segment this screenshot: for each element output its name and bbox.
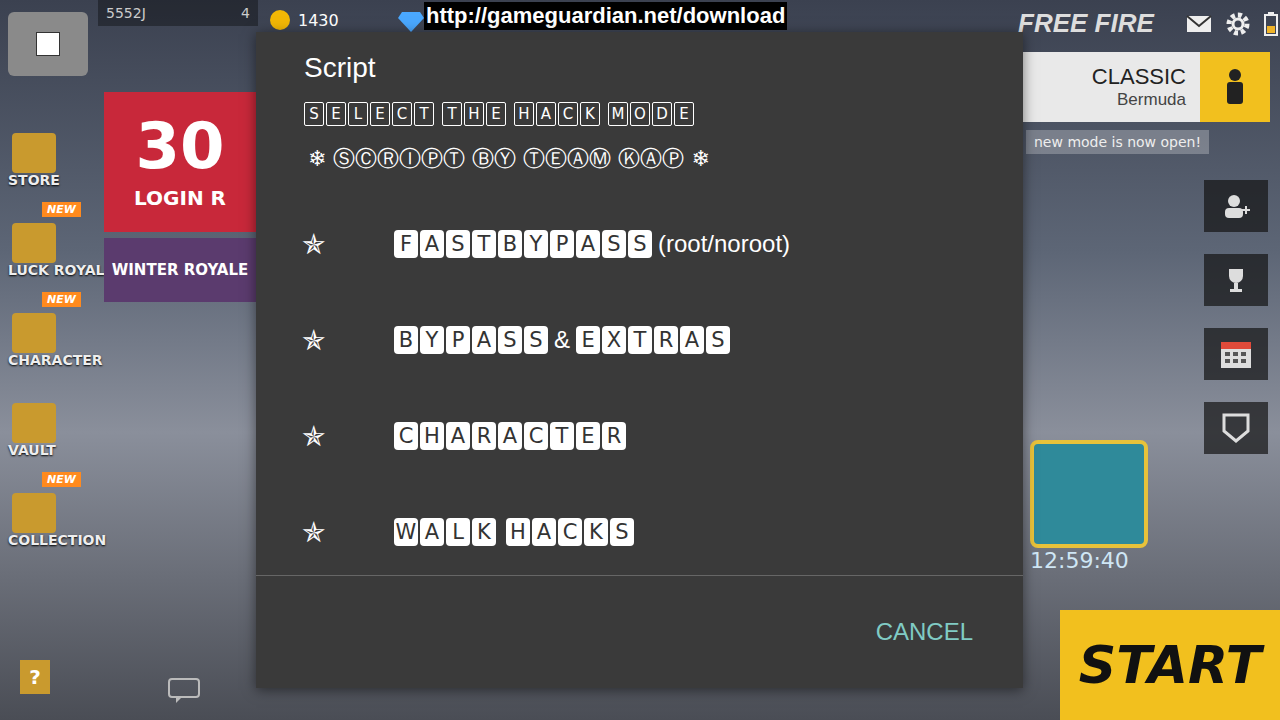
- add-friend-icon[interactable]: [1204, 180, 1268, 232]
- mode-map: Bermuda: [1117, 90, 1186, 110]
- option-row[interactable]: ✯WALKHACKS: [256, 484, 1023, 576]
- mode-title: CLASSIC: [1092, 64, 1186, 90]
- download-url: http://gameguardian.net/download: [424, 2, 787, 30]
- player-id: 5552J: [106, 5, 146, 21]
- player-info[interactable]: 5552J 4: [98, 0, 258, 26]
- squad-icon[interactable]: [1200, 52, 1270, 122]
- mode-selector[interactable]: CLASSICBermuda: [1023, 52, 1270, 122]
- option-row[interactable]: ✯BYPASS&EXTRAS: [256, 292, 1023, 388]
- menu-item-icon: [12, 493, 56, 533]
- option-list: ✯FASTBYPASS(root/noroot)✯BYPASS&EXTRAS✯C…: [256, 174, 1023, 576]
- sidebar-item[interactable]: NEW CHARACTER: [8, 292, 120, 368]
- new-badge: NEW: [42, 292, 81, 307]
- star-icon: ✯: [302, 420, 394, 453]
- menu-item-icon: [12, 223, 56, 263]
- event-title: WINTER ROYALE: [112, 261, 249, 279]
- option-row[interactable]: ✯FASTBYPASS(root/noroot): [256, 196, 1023, 292]
- diamond-icon: [398, 12, 424, 32]
- sidebar-label: LUCK ROYALE: [8, 263, 114, 278]
- chat-icon[interactable]: [168, 678, 200, 704]
- option-label: CHARACTER: [394, 422, 626, 450]
- guild-icon[interactable]: [1204, 402, 1268, 454]
- gear-icon[interactable]: [1226, 12, 1250, 36]
- menu-item-icon: [12, 313, 56, 353]
- star-icon: ✯: [302, 516, 394, 549]
- sidebar-item[interactable]: NEW COLLECTION: [8, 472, 120, 548]
- start-label: START: [1079, 635, 1261, 695]
- sidebar-label: CHARACTER: [8, 353, 103, 368]
- login-banner[interactable]: 30 LOGIN R: [104, 92, 256, 232]
- star-icon: ✯: [302, 324, 394, 357]
- star-icon: ✯: [302, 228, 394, 261]
- sidebar-label: COLLECTION: [8, 533, 106, 548]
- stop-icon: [36, 32, 60, 56]
- coin-amount: 1430: [298, 11, 339, 30]
- help-button[interactable]: ?: [20, 660, 50, 694]
- player-level: 4: [241, 5, 250, 21]
- sidebar-label: VAULT: [8, 443, 56, 458]
- battery-icon: [1264, 12, 1278, 36]
- sidebar-item[interactable]: VAULT: [8, 382, 120, 458]
- game-screen: 5552J 4 1430 http://gameguardian.net/downlo…: [0, 0, 1280, 720]
- option-label: FASTBYPASS(root/noroot): [394, 230, 790, 258]
- option-row[interactable]: ✯CHARACTER: [256, 388, 1023, 484]
- event-banner[interactable]: WINTER ROYALE: [104, 238, 256, 302]
- start-button[interactable]: START: [1060, 610, 1280, 720]
- floating-stop-button[interactable]: [8, 12, 88, 76]
- login-text: LOGIN R: [134, 186, 226, 210]
- script-dialog: Script SELECTTHEHACKMODE ❄ ⓈⒸⓇⒾⓅⓉ ⒷⓎ ⓉⒺⒶⓂ …: [256, 32, 1023, 688]
- trophy-icon[interactable]: [1204, 254, 1268, 306]
- login-number: 30: [135, 114, 224, 178]
- chest-timer: 12:59:40: [1030, 548, 1129, 573]
- dialog-title: Script: [304, 52, 975, 84]
- menu-item-icon: [12, 403, 56, 443]
- sidebar-label: STORE: [8, 173, 60, 188]
- calendar-icon[interactable]: [1204, 328, 1268, 380]
- mail-icon[interactable]: [1186, 14, 1212, 34]
- option-label: WALKHACKS: [394, 518, 634, 546]
- help-label: ?: [29, 665, 41, 689]
- new-badge: NEW: [42, 202, 81, 217]
- mode-notice: new mode is now open!: [1026, 130, 1209, 154]
- coin-counter[interactable]: 1430: [270, 10, 339, 30]
- option-label: BYPASS&EXTRAS: [394, 326, 730, 354]
- coin-icon: [270, 10, 290, 30]
- dialog-heading: SELECTTHEHACKMODE: [304, 102, 975, 126]
- dialog-credit: ❄ ⓈⒸⓇⒾⓅⓉ ⒷⓎ ⓉⒺⒶⓂ ⓀⒶⓅ ❄: [304, 144, 975, 174]
- new-badge: NEW: [42, 472, 81, 487]
- menu-item-icon: [12, 133, 56, 173]
- loot-chest[interactable]: [1030, 440, 1148, 548]
- game-logo: FREE FIRE: [1018, 8, 1154, 39]
- cancel-button[interactable]: CANCEL: [872, 610, 977, 654]
